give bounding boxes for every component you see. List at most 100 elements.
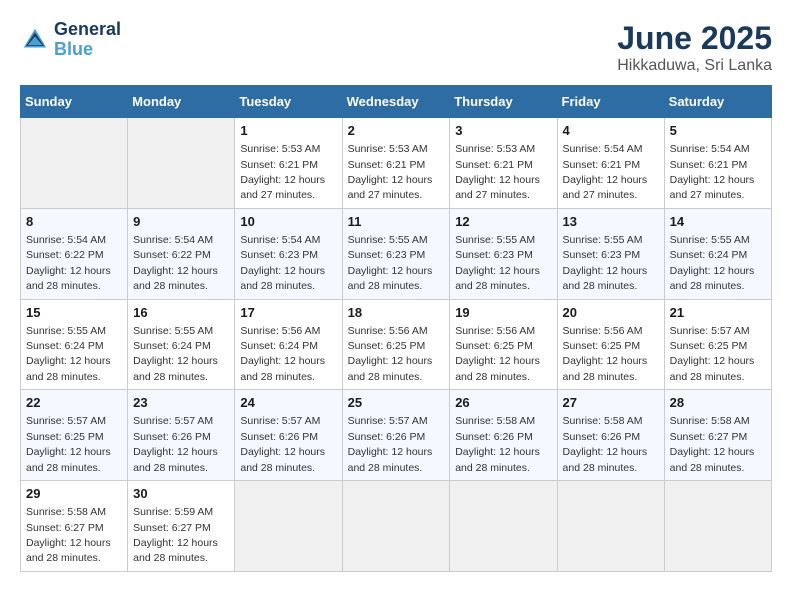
day-number: 23 [133, 394, 229, 412]
logo-text: General Blue [54, 20, 121, 60]
day-number: 26 [455, 394, 551, 412]
header-sunday: Sunday [21, 86, 128, 118]
calendar-day-cell: 21 Sunrise: 5:57 AMSunset: 6:25 PMDaylig… [664, 299, 771, 390]
calendar-day-cell: 5 Sunrise: 5:54 AMSunset: 6:21 PMDayligh… [664, 118, 771, 209]
calendar-day-cell: 17 Sunrise: 5:56 AMSunset: 6:24 PMDaylig… [235, 299, 342, 390]
day-detail: Sunrise: 5:58 AMSunset: 6:27 PMDaylight:… [26, 506, 111, 564]
day-detail: Sunrise: 5:53 AMSunset: 6:21 PMDaylight:… [240, 143, 325, 201]
day-detail: Sunrise: 5:57 AMSunset: 6:25 PMDaylight:… [670, 325, 755, 383]
day-detail: Sunrise: 5:54 AMSunset: 6:22 PMDaylight:… [133, 234, 218, 292]
calendar-week-row: 8 Sunrise: 5:54 AMSunset: 6:22 PMDayligh… [21, 208, 772, 299]
day-detail: Sunrise: 5:55 AMSunset: 6:24 PMDaylight:… [26, 325, 111, 383]
day-detail: Sunrise: 5:58 AMSunset: 6:26 PMDaylight:… [455, 415, 540, 473]
day-number: 16 [133, 304, 229, 322]
day-number: 19 [455, 304, 551, 322]
day-number: 1 [240, 122, 336, 140]
calendar-header-row: SundayMondayTuesdayWednesdayThursdayFrid… [21, 86, 772, 118]
day-detail: Sunrise: 5:54 AMSunset: 6:21 PMDaylight:… [670, 143, 755, 201]
day-number: 18 [348, 304, 445, 322]
day-detail: Sunrise: 5:56 AMSunset: 6:25 PMDaylight:… [563, 325, 648, 383]
day-detail: Sunrise: 5:54 AMSunset: 6:21 PMDaylight:… [563, 143, 648, 201]
day-detail: Sunrise: 5:57 AMSunset: 6:26 PMDaylight:… [348, 415, 433, 473]
calendar-day-cell: 22 Sunrise: 5:57 AMSunset: 6:25 PMDaylig… [21, 390, 128, 481]
day-number: 25 [348, 394, 445, 412]
calendar-week-row: 29 Sunrise: 5:58 AMSunset: 6:27 PMDaylig… [21, 481, 772, 572]
header-friday: Friday [557, 86, 664, 118]
empty-cell [664, 481, 771, 572]
calendar-day-cell: 1 Sunrise: 5:53 AMSunset: 6:21 PMDayligh… [235, 118, 342, 209]
calendar-day-cell: 2 Sunrise: 5:53 AMSunset: 6:21 PMDayligh… [342, 118, 450, 209]
calendar-day-cell: 20 Sunrise: 5:56 AMSunset: 6:25 PMDaylig… [557, 299, 664, 390]
calendar-day-cell: 11 Sunrise: 5:55 AMSunset: 6:23 PMDaylig… [342, 208, 450, 299]
day-detail: Sunrise: 5:55 AMSunset: 6:23 PMDaylight:… [348, 234, 433, 292]
logo-icon [20, 25, 50, 55]
day-detail: Sunrise: 5:56 AMSunset: 6:24 PMDaylight:… [240, 325, 325, 383]
day-detail: Sunrise: 5:57 AMSunset: 6:25 PMDaylight:… [26, 415, 111, 473]
day-detail: Sunrise: 5:54 AMSunset: 6:22 PMDaylight:… [26, 234, 111, 292]
day-detail: Sunrise: 5:58 AMSunset: 6:26 PMDaylight:… [563, 415, 648, 473]
day-number: 12 [455, 213, 551, 231]
calendar-day-cell: 29 Sunrise: 5:58 AMSunset: 6:27 PMDaylig… [21, 481, 128, 572]
calendar-day-cell: 24 Sunrise: 5:57 AMSunset: 6:26 PMDaylig… [235, 390, 342, 481]
calendar-day-cell: 14 Sunrise: 5:55 AMSunset: 6:24 PMDaylig… [664, 208, 771, 299]
logo: General Blue [20, 20, 121, 60]
calendar-day-cell: 13 Sunrise: 5:55 AMSunset: 6:23 PMDaylig… [557, 208, 664, 299]
day-number: 9 [133, 213, 229, 231]
day-number: 10 [240, 213, 336, 231]
calendar-day-cell: 8 Sunrise: 5:54 AMSunset: 6:22 PMDayligh… [21, 208, 128, 299]
month-title: June 2025 [617, 20, 772, 57]
day-number: 30 [133, 485, 229, 503]
calendar-week-row: 15 Sunrise: 5:55 AMSunset: 6:24 PMDaylig… [21, 299, 772, 390]
header-tuesday: Tuesday [235, 86, 342, 118]
calendar-table: SundayMondayTuesdayWednesdayThursdayFrid… [20, 85, 772, 572]
empty-cell [342, 481, 450, 572]
calendar-day-cell: 18 Sunrise: 5:56 AMSunset: 6:25 PMDaylig… [342, 299, 450, 390]
empty-cell [557, 481, 664, 572]
calendar-day-cell: 12 Sunrise: 5:55 AMSunset: 6:23 PMDaylig… [450, 208, 557, 299]
calendar-day-cell: 15 Sunrise: 5:55 AMSunset: 6:24 PMDaylig… [21, 299, 128, 390]
empty-cell [450, 481, 557, 572]
day-detail: Sunrise: 5:53 AMSunset: 6:21 PMDaylight:… [348, 143, 433, 201]
empty-cell [21, 118, 128, 209]
day-detail: Sunrise: 5:53 AMSunset: 6:21 PMDaylight:… [455, 143, 540, 201]
day-number: 3 [455, 122, 551, 140]
day-number: 20 [563, 304, 659, 322]
location-title: Hikkaduwa, Sri Lanka [617, 57, 772, 75]
calendar-day-cell: 30 Sunrise: 5:59 AMSunset: 6:27 PMDaylig… [128, 481, 235, 572]
empty-cell [128, 118, 235, 209]
calendar-day-cell: 3 Sunrise: 5:53 AMSunset: 6:21 PMDayligh… [450, 118, 557, 209]
title-section: June 2025 Hikkaduwa, Sri Lanka [617, 20, 772, 75]
day-detail: Sunrise: 5:55 AMSunset: 6:24 PMDaylight:… [670, 234, 755, 292]
day-number: 27 [563, 394, 659, 412]
day-number: 13 [563, 213, 659, 231]
empty-cell [235, 481, 342, 572]
calendar-day-cell: 9 Sunrise: 5:54 AMSunset: 6:22 PMDayligh… [128, 208, 235, 299]
calendar-week-row: 22 Sunrise: 5:57 AMSunset: 6:25 PMDaylig… [21, 390, 772, 481]
day-number: 2 [348, 122, 445, 140]
day-number: 11 [348, 213, 445, 231]
day-number: 4 [563, 122, 659, 140]
day-detail: Sunrise: 5:56 AMSunset: 6:25 PMDaylight:… [348, 325, 433, 383]
calendar-day-cell: 16 Sunrise: 5:55 AMSunset: 6:24 PMDaylig… [128, 299, 235, 390]
day-number: 28 [670, 394, 766, 412]
day-number: 29 [26, 485, 122, 503]
day-number: 17 [240, 304, 336, 322]
day-detail: Sunrise: 5:57 AMSunset: 6:26 PMDaylight:… [133, 415, 218, 473]
calendar-day-cell: 23 Sunrise: 5:57 AMSunset: 6:26 PMDaylig… [128, 390, 235, 481]
day-number: 24 [240, 394, 336, 412]
day-number: 5 [670, 122, 766, 140]
day-number: 8 [26, 213, 122, 231]
day-detail: Sunrise: 5:55 AMSunset: 6:23 PMDaylight:… [563, 234, 648, 292]
calendar-week-row: 1 Sunrise: 5:53 AMSunset: 6:21 PMDayligh… [21, 118, 772, 209]
calendar-day-cell: 28 Sunrise: 5:58 AMSunset: 6:27 PMDaylig… [664, 390, 771, 481]
calendar-day-cell: 19 Sunrise: 5:56 AMSunset: 6:25 PMDaylig… [450, 299, 557, 390]
calendar-day-cell: 10 Sunrise: 5:54 AMSunset: 6:23 PMDaylig… [235, 208, 342, 299]
calendar-day-cell: 27 Sunrise: 5:58 AMSunset: 6:26 PMDaylig… [557, 390, 664, 481]
day-number: 22 [26, 394, 122, 412]
calendar-day-cell: 25 Sunrise: 5:57 AMSunset: 6:26 PMDaylig… [342, 390, 450, 481]
day-number: 21 [670, 304, 766, 322]
calendar-day-cell: 26 Sunrise: 5:58 AMSunset: 6:26 PMDaylig… [450, 390, 557, 481]
day-detail: Sunrise: 5:59 AMSunset: 6:27 PMDaylight:… [133, 506, 218, 564]
day-number: 15 [26, 304, 122, 322]
calendar-day-cell: 4 Sunrise: 5:54 AMSunset: 6:21 PMDayligh… [557, 118, 664, 209]
